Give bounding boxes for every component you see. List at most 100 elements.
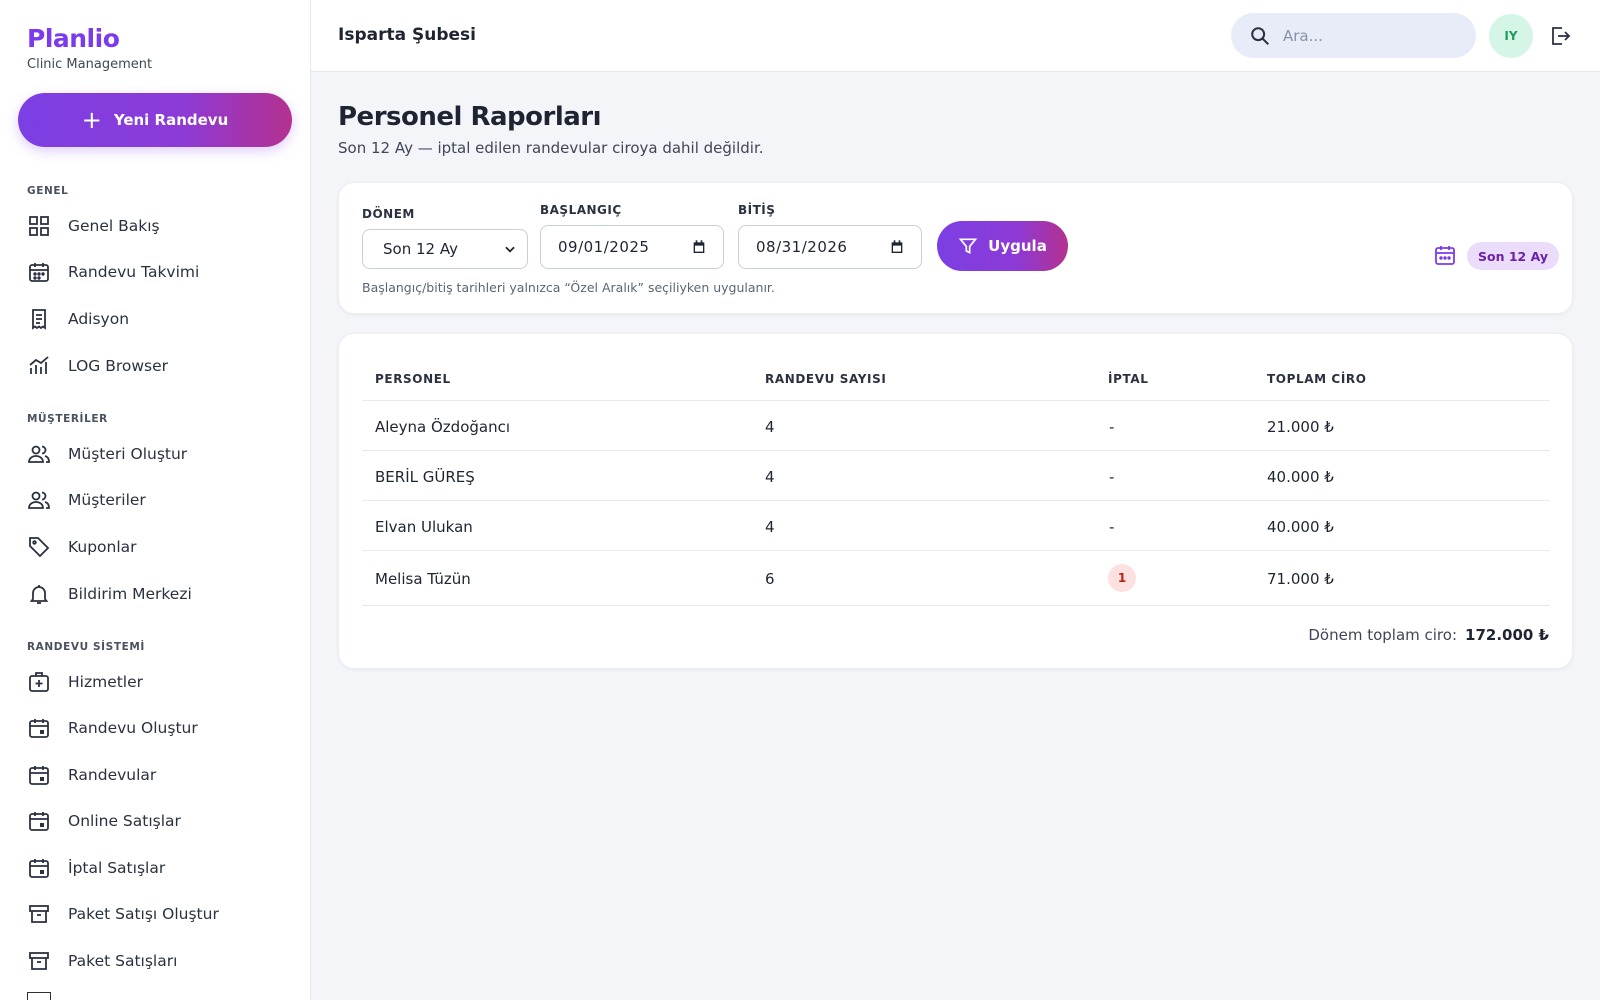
section-title-general: GENEL (27, 185, 69, 197)
sidebar-item-appointments[interactable]: Randevular (27, 759, 297, 791)
new-appointment-button[interactable]: + Yeni Randevu (18, 93, 292, 147)
calendar-icon (1435, 246, 1455, 265)
apply-label: Uygula (988, 237, 1047, 255)
apply-button[interactable]: Uygula (937, 221, 1068, 271)
sidebar-item-label: Randevular (68, 766, 157, 784)
divider (362, 550, 1550, 551)
column-header-staff: PERSONEL (375, 372, 451, 386)
brand: Planlio Clinic Management (27, 24, 152, 72)
column-header-total-revenue: TOPLAM CİRO (1267, 372, 1367, 386)
end-date-input[interactable]: 08/31/2026 (738, 225, 922, 269)
bell-icon (29, 585, 49, 604)
brand-subtitle: Clinic Management (27, 57, 153, 72)
sidebar-item-notifications[interactable]: Bildirim Merkezi (27, 578, 297, 610)
cancel-count-badge: 1 (1108, 564, 1136, 592)
staff-name: BERİL GÜREŞ (375, 468, 475, 486)
calendar-event-icon (29, 766, 49, 785)
new-appointment-label: Yeni Randevu (113, 111, 229, 129)
staff-name: Melisa Tüzün (375, 570, 471, 588)
archive-icon (29, 905, 49, 923)
section-title-customers: MÜŞTERİLER (27, 413, 108, 425)
sidebar-item-create-appointment[interactable]: Randevu Oluştur (27, 712, 297, 744)
sidebar-item-label: Randevu Oluştur (68, 719, 198, 737)
appointment-count: 4 (765, 518, 775, 536)
period-label: DÖNEM (362, 207, 415, 221)
grid-icon (29, 216, 49, 236)
sidebar-item-label: Bildirim Merkezi (68, 585, 192, 603)
archive-icon (27, 992, 51, 1000)
chart-icon (29, 356, 49, 374)
users-icon (28, 445, 50, 463)
sidebar-item-label: Paket Satışları (68, 952, 178, 970)
page-title: Personel Raporları (338, 102, 602, 132)
sidebar-item-coupons[interactable]: Kuponlar (27, 531, 297, 563)
sidebar-item-label: Adisyon (68, 310, 130, 328)
filter-card: DÖNEM Son 12 Ay BAŞLANGIÇ 09/01/2025 BİT… (338, 182, 1573, 314)
period-total: Dönem toplam ciro: 172.000 ₺ (1308, 626, 1549, 644)
sidebar-item-label: LOG Browser (68, 357, 169, 375)
calendar-event-icon (29, 812, 49, 831)
total-revenue: 40.000 ₺ (1267, 468, 1334, 486)
period-select[interactable]: Son 12 Ay (362, 229, 528, 269)
end-date-label: BİTİŞ (738, 203, 776, 217)
sidebar-item-label: Müşteri Oluştur (68, 445, 188, 463)
period-select-value: Son 12 Ay (383, 240, 458, 258)
branch-name: Isparta Şubesi (338, 25, 476, 45)
sidebar-item-label: Genel Bakış (68, 217, 160, 235)
archive-icon (29, 952, 49, 970)
sidebar-item-create-package-sale[interactable]: Paket Satışı Oluştur (27, 898, 297, 930)
staff-name: Elvan Ulukan (375, 518, 473, 536)
date-hint: Başlangıç/bitiş tarihleri yalnızca “Özel… (362, 280, 775, 295)
divider (362, 605, 1550, 606)
sidebar-item-package-sales[interactable]: Paket Satışları (27, 945, 297, 977)
calendar-event-icon (29, 859, 49, 878)
sidebar-item-label: Hizmetler (68, 673, 144, 691)
period-total-value: 172.000 ₺ (1465, 626, 1549, 644)
start-date-label: BAŞLANGIÇ (540, 203, 622, 217)
search-input[interactable] (1283, 26, 1453, 45)
sidebar-item-label: Online Satışlar (68, 812, 181, 830)
calendar-icon (891, 240, 903, 253)
tag-icon (29, 537, 50, 558)
column-header-appointment-count: RANDEVU SAYISI (765, 372, 887, 386)
end-date-value: 08/31/2026 (756, 238, 848, 256)
total-revenue: 21.000 ₺ (1267, 418, 1334, 436)
filter-icon (958, 238, 978, 255)
cancel-count: - (1109, 468, 1115, 486)
logout-icon[interactable] (1548, 24, 1572, 48)
sidebar-item-label: İptal Satışlar (68, 859, 166, 877)
sidebar-item-label: Müşteriler (68, 491, 146, 509)
column-header-cancel: İPTAL (1108, 372, 1149, 386)
sidebar-item-receipt[interactable]: Adisyon (27, 303, 297, 335)
divider (362, 450, 1550, 451)
sidebar-item-log-browser[interactable]: LOG Browser (27, 350, 297, 382)
avatar[interactable]: IY (1489, 14, 1533, 58)
cancel-count: - (1109, 418, 1115, 436)
appointment-count: 4 (765, 468, 775, 486)
staff-report-table: PERSONEL RANDEVU SAYISI İPTAL TOPLAM CİR… (338, 333, 1573, 669)
sidebar-item-label: Kuponlar (68, 538, 137, 556)
start-date-input[interactable]: 09/01/2025 (540, 225, 724, 269)
sidebar-item-label: Randevu Takvimi (68, 263, 200, 281)
medical-kit-icon (29, 672, 49, 692)
sidebar-item-create-customer[interactable]: Müşteri Oluştur (27, 438, 297, 470)
chevron-down-icon (505, 246, 515, 253)
sidebar-item-services[interactable]: Hizmetler (27, 666, 297, 698)
sidebar-item-overview[interactable]: Genel Bakış (27, 210, 297, 242)
appointment-count: 4 (765, 418, 775, 436)
search-icon (1251, 26, 1269, 45)
users-icon (28, 491, 50, 509)
sidebar-item-customers[interactable]: Müşteriler (27, 484, 297, 516)
sidebar-item-online-sales[interactable]: Online Satışlar (27, 805, 297, 837)
total-revenue: 40.000 ₺ (1267, 518, 1334, 536)
brand-name: Planlio (27, 24, 120, 53)
sidebar-item-cancelled-sales[interactable]: İptal Satışlar (27, 852, 297, 884)
search-box[interactable] (1231, 13, 1476, 58)
page-subtitle: Son 12 Ay — iptal edilen randevular ciro… (338, 139, 764, 157)
divider (362, 500, 1550, 501)
period-total-label: Dönem toplam ciro: (1308, 626, 1458, 644)
start-date-value: 09/01/2025 (558, 238, 650, 256)
sidebar-item-calendar[interactable]: Randevu Takvimi (27, 256, 297, 288)
section-title-appointment-system: RANDEVU SİSTEMİ (27, 641, 145, 653)
calendar-icon (693, 240, 705, 253)
